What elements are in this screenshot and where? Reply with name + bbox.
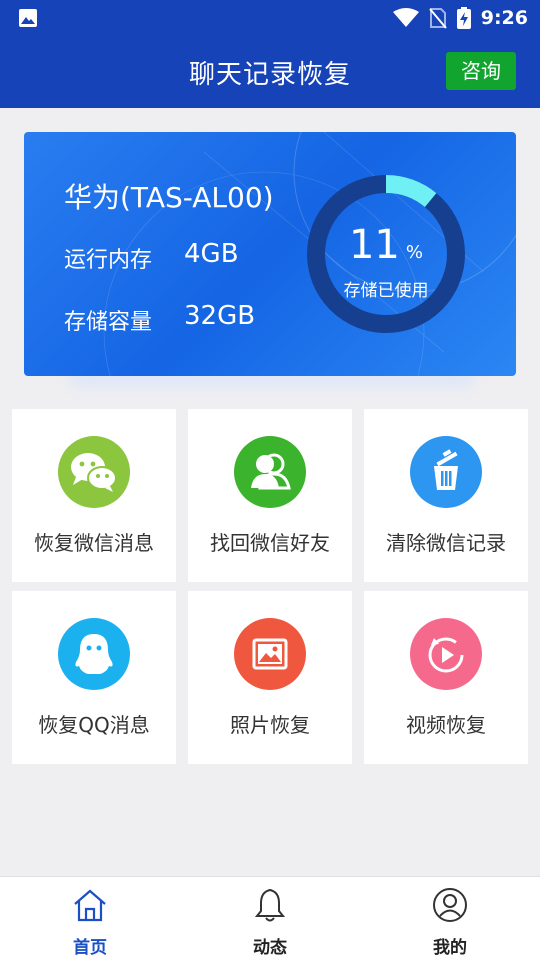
device-info-card: 华为(TAS-AL00) 运行内存 4GB 存储容量 32GB 11% 存储已使… <box>24 132 516 376</box>
usage-percent-unit: % <box>405 242 423 263</box>
bottom-tab-bar: 首页 动态 我的 <box>0 876 540 961</box>
tool-label: 恢复微信消息 <box>34 531 154 555</box>
tab-label: 我的 <box>433 938 467 958</box>
tab-label: 首页 <box>73 938 107 958</box>
tool-video-recovery[interactable]: 视频恢复 <box>364 591 528 764</box>
tab-home[interactable]: 首页 <box>30 885 150 961</box>
user-icon <box>433 888 467 922</box>
usage-percent: 11% <box>306 222 466 268</box>
tab-label: 动态 <box>253 938 287 958</box>
ram-label: 运行内存 <box>64 248 153 273</box>
consult-button[interactable]: 咨询 <box>446 52 516 90</box>
tool-photo-recovery[interactable]: 照片恢复 <box>188 591 352 764</box>
tool-label: 清除微信记录 <box>386 531 506 555</box>
storage-usage-gauge: 11% 存储已使用 <box>306 174 466 334</box>
tab-mine[interactable]: 我的 <box>390 885 510 961</box>
tool-recover-wechat-messages[interactable]: 恢复微信消息 <box>12 409 176 582</box>
trash-icon <box>410 436 482 508</box>
contacts-icon <box>234 436 306 508</box>
tool-find-wechat-friends[interactable]: 找回微信好友 <box>188 409 352 582</box>
tool-label: 照片恢复 <box>230 713 310 737</box>
tool-label: 恢复QQ消息 <box>38 713 150 737</box>
tool-label: 找回微信好友 <box>210 531 330 555</box>
usage-label: 存储已使用 <box>343 281 429 301</box>
qq-penguin-icon <box>58 618 130 690</box>
tool-recover-qq-messages[interactable]: 恢复QQ消息 <box>12 591 176 764</box>
status-bar: 9:26 <box>0 0 540 36</box>
bell-icon <box>254 888 286 922</box>
storage-label: 存储容量 <box>64 310 153 335</box>
storage-value: 32GB <box>184 301 256 331</box>
device-model: 华为(TAS-AL00) <box>64 181 274 214</box>
no-sim-icon <box>428 8 447 29</box>
photo-icon <box>234 618 306 690</box>
home-icon <box>74 889 106 922</box>
battery-charging-icon <box>456 7 471 29</box>
storage-row: 存储容量 32GB <box>64 301 255 336</box>
wifi-icon <box>392 8 419 27</box>
video-play-icon <box>410 618 482 690</box>
ram-row: 运行内存 4GB <box>64 239 239 274</box>
tab-activity[interactable]: 动态 <box>210 885 330 961</box>
status-time: 9:26 <box>480 7 528 29</box>
ram-value: 4GB <box>184 239 239 269</box>
tool-clear-wechat-records[interactable]: 清除微信记录 <box>364 409 528 582</box>
app-header: 聊天记录恢复 咨询 <box>0 36 540 108</box>
gallery-notification-icon <box>19 9 37 27</box>
wechat-icon <box>58 436 130 508</box>
tool-label: 视频恢复 <box>406 713 486 737</box>
usage-percent-number: 11 <box>348 222 400 268</box>
